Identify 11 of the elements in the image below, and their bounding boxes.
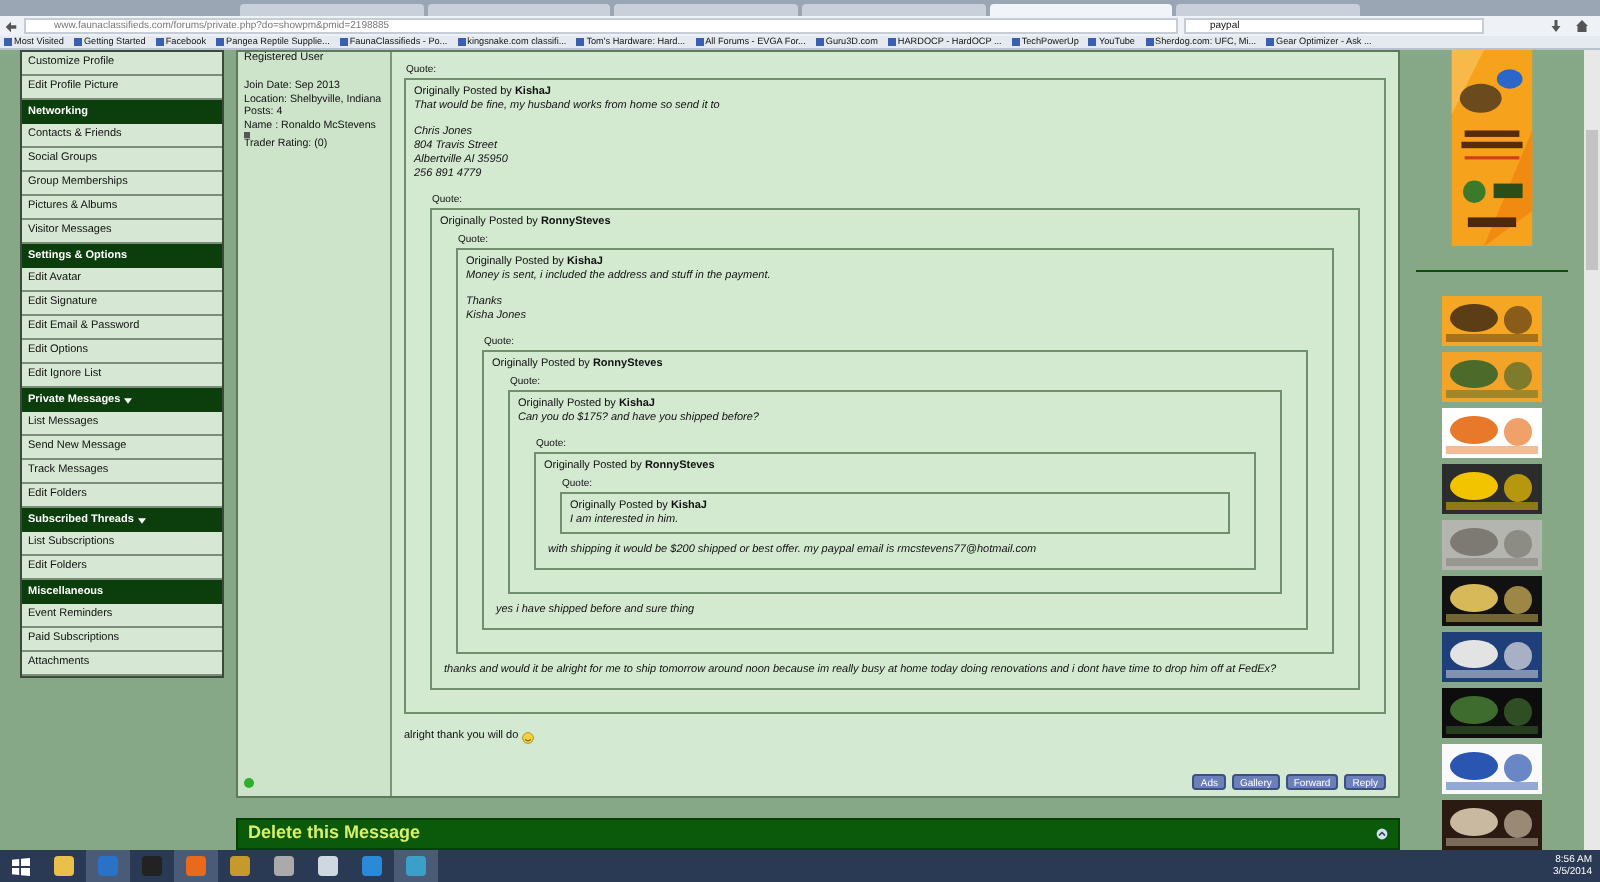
smiley-icon — [522, 731, 535, 743]
flag-icon — [244, 132, 250, 138]
delete-bar[interactable]: Delete this Message — [236, 818, 1400, 850]
download-icon[interactable] — [1550, 20, 1562, 32]
back-icon[interactable] — [4, 19, 18, 33]
scrollbar[interactable] — [1584, 50, 1600, 850]
home-icon[interactable] — [1576, 20, 1588, 32]
caret-icon[interactable] — [137, 517, 146, 523]
windows-start-icon[interactable] — [12, 857, 30, 875]
caret-icon[interactable] — [124, 397, 133, 403]
collapse-icon[interactable] — [1376, 828, 1388, 841]
